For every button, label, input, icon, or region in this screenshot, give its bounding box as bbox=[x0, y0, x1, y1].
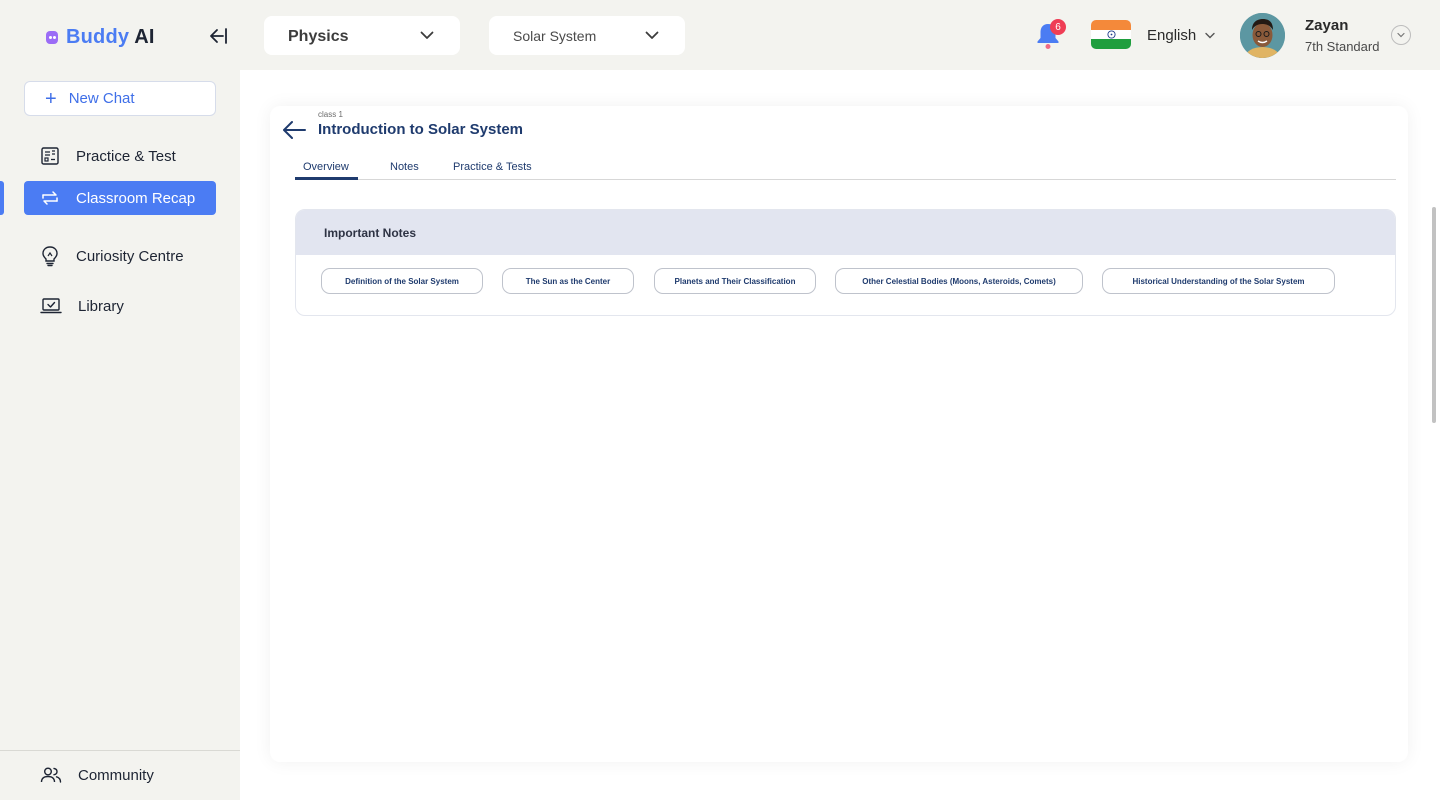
active-tab-underline bbox=[295, 177, 358, 180]
practice-test-icon bbox=[41, 147, 59, 165]
notes-header: Important Notes bbox=[296, 210, 1395, 255]
sidebar-item-practice-test[interactable]: Practice & Test bbox=[24, 139, 216, 173]
buddy-logo-icon bbox=[44, 28, 60, 46]
collapse-left-icon bbox=[210, 28, 227, 44]
subject-value: Physics bbox=[288, 27, 349, 45]
app-logo[interactable]: Buddy AI bbox=[44, 25, 155, 49]
community-icon bbox=[40, 767, 62, 783]
arrow-left-icon bbox=[283, 121, 306, 139]
library-icon bbox=[40, 298, 62, 314]
note-chip[interactable]: The Sun as the Center bbox=[502, 268, 634, 294]
tab-bar: Overview Notes Practice & Tests bbox=[295, 160, 1396, 180]
sidebar-item-classroom-recap[interactable]: Classroom Recap bbox=[24, 181, 216, 215]
new-chat-label: New Chat bbox=[68, 90, 135, 107]
page-title: Introduction to Solar System bbox=[318, 121, 524, 138]
india-flag-icon[interactable] bbox=[1091, 20, 1131, 49]
topic-value: Solar System bbox=[513, 27, 597, 44]
sidebar-item-label: Curiosity Centre bbox=[76, 247, 184, 265]
note-chip[interactable]: Definition of the Solar System bbox=[321, 268, 483, 294]
new-chat-button[interactable]: + New Chat bbox=[24, 81, 216, 116]
tab-practice-tests[interactable]: Practice & Tests bbox=[453, 161, 532, 173]
logo-buddy-text: Buddy bbox=[66, 25, 130, 48]
notes-header-label: Important Notes bbox=[324, 225, 417, 240]
sidebar-item-label: Library bbox=[78, 297, 124, 315]
sidebar-item-curiosity-centre[interactable]: Curiosity Centre bbox=[24, 239, 216, 273]
tab-notes[interactable]: Notes bbox=[390, 161, 419, 173]
recap-icon bbox=[42, 191, 58, 205]
avatar[interactable] bbox=[1240, 13, 1285, 58]
important-notes-panel: Important Notes Definition of the Solar … bbox=[295, 209, 1396, 316]
chevron-down-icon bbox=[420, 31, 434, 39]
user-avatar-icon bbox=[1240, 13, 1285, 58]
active-nav-indicator bbox=[0, 181, 4, 215]
note-chip[interactable]: Historical Understanding of the Solar Sy… bbox=[1102, 268, 1335, 294]
sidebar-divider bbox=[0, 750, 240, 751]
notification-count-badge: 6 bbox=[1050, 19, 1066, 35]
sidebar-item-library[interactable]: Library bbox=[24, 289, 216, 323]
sidebar-item-label: Classroom Recap bbox=[76, 189, 196, 207]
subject-select[interactable]: Physics bbox=[264, 16, 460, 55]
language-select[interactable]: English bbox=[1147, 27, 1215, 44]
sidebar-item-label: Practice & Test bbox=[76, 147, 176, 165]
tab-overview[interactable]: Overview bbox=[303, 161, 349, 173]
sidebar-item-label: Community bbox=[78, 766, 154, 784]
plus-icon: + bbox=[45, 87, 57, 110]
note-chip[interactable]: Planets and Their Classification bbox=[654, 268, 816, 294]
content-card bbox=[270, 106, 1408, 762]
breadcrumb: class 1 bbox=[318, 110, 343, 119]
user-grade: 7th Standard bbox=[1305, 39, 1380, 54]
note-chip[interactable]: Other Celestial Bodies (Moons, Asteroids… bbox=[835, 268, 1083, 294]
user-name: Zayan bbox=[1305, 17, 1349, 34]
sidebar-item-community[interactable]: Community bbox=[24, 758, 216, 792]
collapse-sidebar-button[interactable] bbox=[205, 24, 231, 48]
user-menu-button[interactable] bbox=[1391, 25, 1411, 45]
logo-ai-text: AI bbox=[134, 25, 155, 48]
app-name: Buddy AI bbox=[66, 26, 155, 49]
back-button[interactable] bbox=[281, 119, 307, 141]
chevron-down-icon bbox=[645, 31, 659, 39]
sidebar: Buddy AI + New Chat Practice & Test Clas… bbox=[0, 0, 240, 800]
scrollbar[interactable] bbox=[1432, 207, 1436, 423]
chevron-down-icon bbox=[1397, 32, 1405, 38]
chevron-down-icon bbox=[1205, 32, 1215, 39]
topic-select[interactable]: Solar System bbox=[489, 16, 685, 55]
lightbulb-icon bbox=[42, 246, 58, 267]
language-value: English bbox=[1147, 27, 1197, 44]
